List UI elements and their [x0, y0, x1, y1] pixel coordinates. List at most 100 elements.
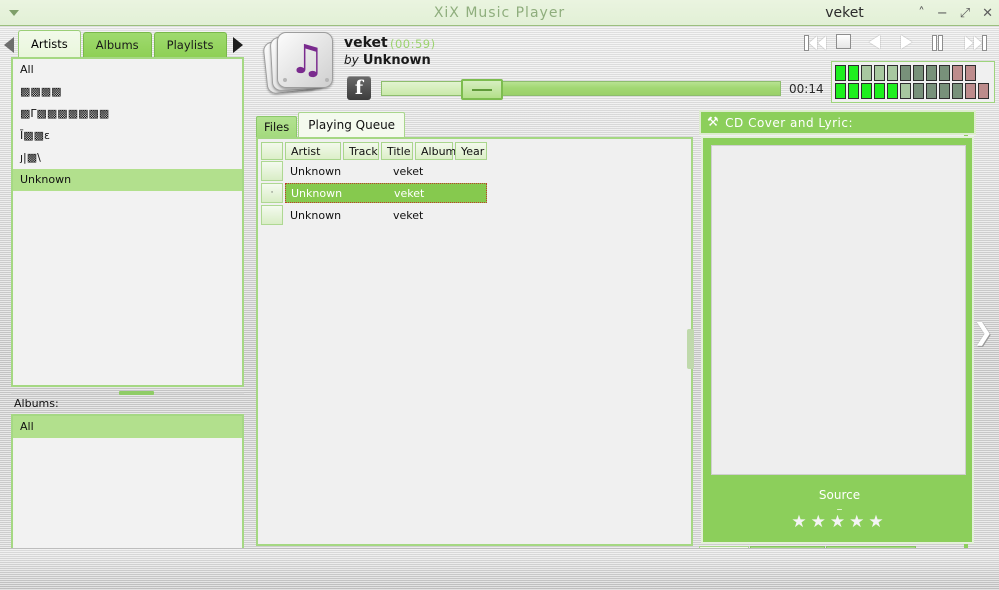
vu-meter-cell — [835, 83, 846, 99]
pause-icon — [932, 35, 937, 51]
library-panel: Artists Albums Playlists All ▩▩▩▩ ▩Γ▩▩▩▩… — [0, 26, 253, 590]
vu-meter-cell — [926, 83, 937, 99]
tab-label: Playlists — [166, 38, 214, 52]
vu-meter-cell — [835, 65, 846, 81]
xix-music-player-window: XiX Music Player veket ˄ − ⤢ ✕ Artists A… — [0, 0, 999, 590]
column-header-title[interactable]: Title — [381, 142, 413, 160]
row-marker[interactable] — [261, 161, 283, 181]
row-marker[interactable] — [261, 205, 283, 225]
artist-list[interactable]: All ▩▩▩▩ ▩Γ▩▩▩▩▩▩▩ Ī▩▩ε ȷ|▩\ Unknown — [11, 57, 244, 387]
vu-meter-cell — [939, 65, 950, 81]
cd-cover-icon: ⚒ — [707, 115, 720, 130]
row-marker[interactable]: · — [261, 183, 283, 203]
close-button[interactable]: ✕ — [982, 7, 993, 20]
sidebar-item-artists[interactable]: Artists — [18, 30, 81, 57]
panel-splitter[interactable] — [11, 389, 244, 397]
column-header-artist[interactable]: Artist — [285, 142, 341, 160]
chevron-right-icon: ❯ — [973, 318, 994, 346]
cd-cover-panel: ⚒ CD Cover and Lyric: Source – ★★★★★ Lyr… — [699, 110, 976, 568]
vu-meter-cell — [952, 83, 963, 99]
cd-panel-header: ⚒ CD Cover and Lyric: — [699, 110, 976, 135]
cell-artist: Unknown — [290, 164, 342, 178]
cell-artist: Unknown — [290, 208, 342, 222]
queue-panel: Files Playing Queue Artist Track Title A… — [256, 112, 694, 546]
play-button[interactable] — [901, 34, 922, 52]
vu-meter-cell — [848, 65, 859, 81]
vu-meter-cell — [900, 83, 911, 99]
minimize-button[interactable]: − — [937, 7, 948, 20]
skip-forward-icon — [982, 35, 987, 51]
tab-label: Files — [264, 120, 290, 134]
table-row[interactable]: · Unknown veket — [258, 182, 691, 204]
title-bar: XiX Music Player veket ˄ − ⤢ ✕ — [0, 0, 999, 26]
vu-meter-cell — [913, 65, 924, 81]
sidebar-item-albums[interactable]: Albums — [82, 32, 152, 57]
triangle-left-icon — [4, 37, 14, 53]
column-header-marker[interactable] — [261, 142, 283, 160]
vu-meter-cell — [874, 65, 885, 81]
list-item[interactable]: All — [13, 59, 242, 81]
window-controls: ˄ − ⤢ ✕ — [918, 0, 993, 26]
vu-meter-cell — [861, 65, 872, 81]
bottom-toolbar: ⇄ ↺ 🔍 ☷ FX /root/ucky@k/veket.mp3 0 0 ⌃ … — [0, 548, 999, 590]
cd-artwork-area[interactable] — [711, 145, 966, 475]
pause-button[interactable] — [932, 35, 954, 52]
next-track-button[interactable] — [965, 35, 987, 52]
table-row[interactable]: Unknown veket — [258, 204, 691, 226]
now-playing-duration: (00:59) — [390, 37, 436, 51]
sidebar-item-playlists[interactable]: Playlists — [153, 32, 227, 57]
albums-section-label: Albums: — [14, 397, 59, 410]
play-icon — [901, 34, 912, 49]
list-item[interactable]: Ī▩▩ε — [13, 125, 242, 147]
vu-meter-row — [835, 65, 991, 81]
list-item[interactable]: All — [13, 416, 242, 438]
cd-panel-title: CD Cover and Lyric: — [725, 115, 854, 130]
tab-label: Artists — [31, 37, 68, 51]
tabs-scroll-right-button[interactable] — [229, 33, 247, 57]
vu-meter-cell — [965, 65, 976, 81]
queue-tab-bar: Files Playing Queue — [256, 112, 406, 137]
list-item[interactable]: ȷ|▩\ — [13, 147, 242, 169]
transport-controls — [804, 32, 991, 54]
vu-meter-cell — [952, 65, 963, 81]
vu-meter-cell — [861, 83, 872, 99]
vu-meter-row — [835, 83, 991, 99]
splitter-grip[interactable] — [119, 391, 154, 395]
list-item[interactable]: ▩▩▩▩ — [13, 81, 242, 103]
previous-track-button[interactable] — [804, 35, 826, 52]
column-header-year[interactable]: Year — [455, 142, 487, 160]
vu-meter-cell — [965, 83, 976, 99]
tab-label: Playing Queue — [308, 118, 396, 132]
panel-next-button[interactable]: ❯ — [973, 320, 993, 346]
list-item[interactable]: Unknown — [13, 169, 242, 191]
tab-label: Albums — [95, 38, 139, 52]
column-header-album[interactable]: Album — [415, 142, 456, 160]
shade-button[interactable]: ˄ — [918, 7, 925, 20]
vu-meter-cell — [913, 83, 924, 99]
seek-handle[interactable] — [460, 79, 503, 100]
table-row[interactable]: Unknown veket — [258, 160, 691, 182]
queue-scrollbar[interactable] — [687, 329, 694, 369]
elapsed-time: 00:14 — [789, 82, 824, 96]
rating-stars[interactable]: ★★★★★ — [703, 512, 976, 532]
now-playing-title: veket — [344, 35, 388, 51]
stop-button[interactable] — [836, 33, 858, 52]
now-playing-artist: Unknown — [362, 53, 431, 68]
library-tab-bar: Artists Albums Playlists — [0, 30, 253, 57]
rewind-button[interactable] — [869, 34, 890, 52]
maximize-button[interactable]: ⤢ — [960, 7, 970, 20]
tab-files[interactable]: Files — [256, 116, 298, 137]
facebook-icon[interactable]: f — [347, 76, 371, 100]
vu-meter-cell — [887, 83, 898, 99]
skip-back-icon — [804, 35, 809, 51]
vu-meter-cell — [978, 83, 989, 99]
cell-artist: Unknown — [291, 186, 343, 200]
cell-title: veket — [394, 186, 425, 200]
tabs-scroll-left-button[interactable] — [0, 33, 18, 57]
tab-playing-queue[interactable]: Playing Queue — [298, 112, 406, 137]
cell-title: veket — [393, 208, 424, 222]
column-header-track[interactable]: Track — [343, 142, 379, 160]
seek-slider[interactable] — [381, 79, 781, 100]
list-item[interactable]: ▩Γ▩▩▩▩▩▩▩ — [13, 103, 242, 125]
by-prefix: by — [344, 53, 359, 67]
